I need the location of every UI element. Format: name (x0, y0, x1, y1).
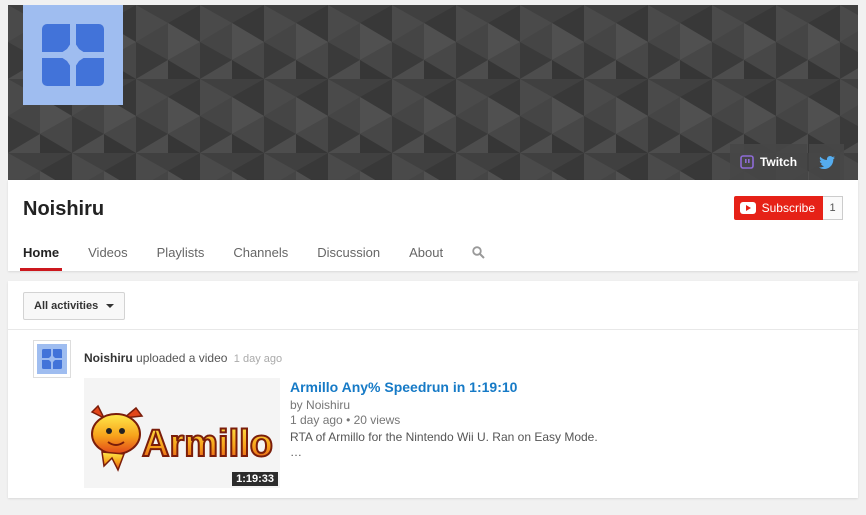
video-duration: 1:19:33 (232, 472, 278, 486)
video-byline: by Noishiru (290, 398, 350, 412)
channel-page: Twitch Noishiru Subscribe 1 Home Videos … (0, 0, 866, 515)
subscriber-count: 1 (823, 196, 843, 220)
tab-videos[interactable]: Videos (88, 238, 128, 271)
channel-avatar[interactable] (23, 5, 123, 105)
youtube-play-icon (739, 202, 756, 214)
video-thumbnail[interactable]: Armillo 1:19:33 (84, 378, 280, 488)
activity-author[interactable]: Noishiru (84, 351, 133, 365)
twitter-icon (818, 155, 835, 169)
gift-logo-icon (42, 24, 104, 86)
banner-links: Twitch (730, 144, 844, 180)
stats-separator: • (346, 413, 351, 427)
activity-filter-label: All activities (34, 300, 99, 312)
chevron-down-icon (106, 304, 115, 308)
subscribe-button[interactable]: Subscribe (733, 196, 823, 220)
tab-home[interactable]: Home (19, 238, 63, 271)
activity-filter-dropdown[interactable]: All activities (23, 292, 125, 320)
video-description-more[interactable]: … (290, 445, 302, 459)
byline-prefix: by (290, 398, 303, 412)
channel-search-button[interactable] (472, 238, 485, 271)
channel-banner: Twitch (8, 5, 858, 180)
activity-avatar[interactable] (33, 340, 71, 378)
gift-logo-icon (42, 349, 62, 369)
video-views: 20 views (353, 413, 401, 427)
activity-action: uploaded a video (136, 351, 228, 365)
video-age: 1 day ago (290, 413, 343, 427)
channel-title: Noishiru (23, 198, 105, 220)
tab-discussion[interactable]: Discussion (317, 238, 380, 271)
feed-divider (8, 329, 858, 330)
search-icon (472, 246, 485, 259)
twitch-link[interactable]: Twitch (730, 144, 807, 180)
armillo-logo-text: Armillo (142, 423, 273, 465)
byline-author-link[interactable]: Noishiru (306, 398, 350, 412)
channel-header: Noishiru Subscribe 1 Home Videos Playlis… (8, 180, 858, 271)
subscribe-label: Subscribe (761, 201, 815, 215)
twitter-link[interactable] (809, 144, 844, 180)
video-stats: 1 day ago • 20 views (290, 413, 400, 427)
activity-time: 1 day ago (233, 353, 283, 365)
video-description: RTA of Armillo for the Nintendo Wii U. R… (290, 430, 598, 444)
tab-playlists[interactable]: Playlists (157, 238, 205, 271)
activity-feed: All activities Noishiru uploaded a video… (8, 281, 858, 498)
subscribe-group: Subscribe 1 (733, 196, 843, 220)
channel-tabs: Home Videos Playlists Channels Discussio… (19, 238, 485, 271)
activity-header: Noishiru uploaded a video 1 day ago (84, 351, 282, 365)
tab-about[interactable]: About (409, 238, 443, 271)
tab-channels[interactable]: Channels (233, 238, 288, 271)
twitch-icon (740, 155, 754, 169)
twitch-link-label: Twitch (759, 155, 798, 169)
video-title-link[interactable]: Armillo Any% Speedrun in 1:19:10 (290, 379, 517, 395)
